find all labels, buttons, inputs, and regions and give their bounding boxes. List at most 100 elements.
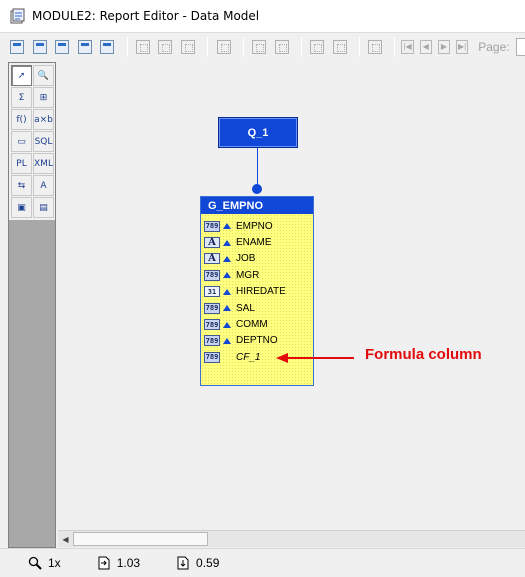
ref-cursor-tool[interactable]: ⇆ — [11, 175, 32, 196]
select-all-icon[interactable] — [366, 37, 385, 57]
source-link-arrow-icon — [223, 255, 231, 262]
column-name: DEPTNO — [236, 335, 278, 347]
select-tool[interactable]: ➚ — [11, 65, 32, 86]
ungroup-icon[interactable] — [272, 37, 291, 57]
link-anchor — [252, 184, 262, 194]
properties-icon[interactable] — [53, 37, 72, 57]
express-query-tool[interactable]: ▣ — [11, 197, 32, 218]
group-name: G_EMPNO — [208, 199, 264, 212]
title-bar: MODULE2: Report Editor - Data Model — [0, 0, 525, 32]
summary-column-tool[interactable]: Σ — [11, 87, 32, 108]
magnify-tool[interactable]: 🔍 — [33, 65, 54, 86]
status-bar: 1x 1.03 0.59 — [0, 548, 525, 577]
first-page-icon[interactable]: |◀ — [401, 39, 414, 54]
bring-front-icon[interactable] — [134, 37, 153, 57]
group-column-item[interactable]: A JOB — [201, 251, 313, 267]
group-column-item[interactable]: 789 EMPNO — [201, 218, 313, 234]
page-number-input[interactable] — [515, 37, 525, 56]
horizontal-ruler-icon — [97, 556, 111, 570]
previous-page-icon[interactable]: ◀ — [419, 39, 432, 54]
vertical-ruler-icon — [176, 556, 190, 570]
number-type-icon: 789 — [204, 220, 220, 232]
data-model-canvas[interactable]: Q_1 G_EMPNO 789 EMPNO A ENAME A JOB 789 MGR 31 HI… — [58, 62, 525, 533]
source-link-arrow-icon — [223, 321, 231, 328]
annotation-arrow — [276, 353, 354, 363]
source-link-arrow-icon — [223, 288, 231, 295]
column-name: HIREDATE — [236, 286, 286, 298]
column-name: CF_1 — [236, 351, 261, 363]
ole-query-tool[interactable]: ▤ — [33, 197, 54, 218]
source-link-arrow-icon — [223, 223, 231, 230]
preview-icon[interactable] — [76, 37, 95, 57]
vertical-position-status: 0.59 — [176, 556, 219, 570]
date-type-icon: 31 — [204, 286, 220, 298]
move-forward-icon[interactable] — [179, 37, 198, 57]
last-page-icon[interactable]: ▶| — [456, 39, 469, 54]
report-editor-app-icon — [10, 8, 26, 24]
cross-product-tool[interactable]: ▭ — [11, 131, 32, 152]
page-label: Page: — [478, 39, 510, 54]
column-name: COMM — [236, 319, 268, 331]
send-back-icon[interactable] — [156, 37, 175, 57]
toolbar-separator — [394, 36, 396, 57]
magnifier-icon — [28, 556, 42, 570]
column-name: SAL — [236, 302, 255, 314]
toolbar-separator — [242, 36, 244, 57]
query-name: Q_1 — [247, 126, 269, 139]
select-children-icon[interactable] — [330, 37, 349, 57]
char-type-icon: A — [204, 237, 220, 249]
scroll-thumb[interactable] — [73, 532, 208, 546]
placeholder-column-tool[interactable]: a×b — [33, 109, 54, 130]
open-icon[interactable] — [31, 37, 50, 57]
group-icon[interactable] — [250, 37, 269, 57]
formula-column-tool[interactable]: f() — [11, 109, 32, 130]
toolbar-separator — [126, 36, 128, 57]
sql-query-tool[interactable]: SQL — [33, 131, 54, 152]
number-type-icon: 789 — [204, 302, 220, 314]
xml-query-tool[interactable]: XML — [33, 153, 54, 174]
column-name: ENAME — [236, 237, 272, 249]
number-type-icon: 789 — [204, 351, 220, 363]
window-title: MODULE2: Report Editor - Data Model — [32, 9, 260, 23]
group-column-item[interactable]: 789 DEPTNO — [201, 333, 313, 349]
group-column-item[interactable]: 789 SAL — [201, 300, 313, 316]
number-type-icon: 789 — [204, 269, 220, 281]
group-column-item[interactable]: A ENAME — [201, 234, 313, 250]
source-link-arrow-icon — [223, 305, 231, 312]
next-page-icon[interactable]: ▶ — [437, 39, 451, 54]
group-column-item[interactable]: 789 MGR — [201, 267, 313, 283]
zoom-status: 1x — [28, 556, 61, 570]
zoom-value: 1x — [48, 556, 61, 570]
data-link-tool[interactable]: ⊞ — [33, 87, 54, 108]
horizontal-scrollbar[interactable]: ◀ — [58, 530, 525, 547]
number-type-icon: 789 — [204, 335, 220, 347]
select-parent-icon[interactable] — [308, 37, 327, 57]
group-header[interactable]: G_EMPNO — [201, 197, 313, 214]
column-name: EMPNO — [236, 220, 273, 232]
move-backward-icon[interactable] — [214, 37, 233, 57]
group-column-item[interactable]: 31 HIREDATE — [201, 284, 313, 300]
horizontal-position-status: 1.03 — [97, 556, 140, 570]
query-object[interactable]: Q_1 — [218, 117, 298, 148]
report-icon[interactable] — [8, 37, 27, 57]
tool-palette-grid: ➚ 🔍 Σ ⊞ f() a×b ▭ SQL PL XML ⇆ A ▣ ▤ — [9, 63, 55, 220]
layout-icon[interactable] — [98, 37, 117, 57]
source-link-arrow-icon — [223, 239, 231, 246]
toolbar-separator — [207, 36, 209, 57]
column-name: MGR — [236, 269, 260, 281]
char-type-icon: A — [204, 253, 220, 265]
toolbar-separator — [358, 36, 360, 57]
horizontal-position-value: 1.03 — [116, 556, 141, 570]
main-toolbar: |◀ ◀ ▶ ▶| Page: — [0, 32, 525, 60]
tool-palette: ➚ 🔍 Σ ⊞ f() a×b ▭ SQL PL XML ⇆ A ▣ ▤ — [8, 62, 56, 548]
scroll-left-icon[interactable]: ◀ — [58, 531, 73, 547]
annotation-label: Formula column — [365, 346, 482, 363]
source-link-arrow-icon — [223, 272, 231, 279]
source-link-arrow-icon — [223, 337, 231, 344]
vertical-position-value: 0.59 — [196, 556, 220, 570]
query-group-link — [257, 148, 258, 186]
plsql-query-tool[interactable]: PL — [11, 153, 32, 174]
text-query-tool[interactable]: A — [33, 175, 54, 196]
group-column-item[interactable]: 789 COMM — [201, 316, 313, 332]
column-name: JOB — [236, 253, 256, 265]
